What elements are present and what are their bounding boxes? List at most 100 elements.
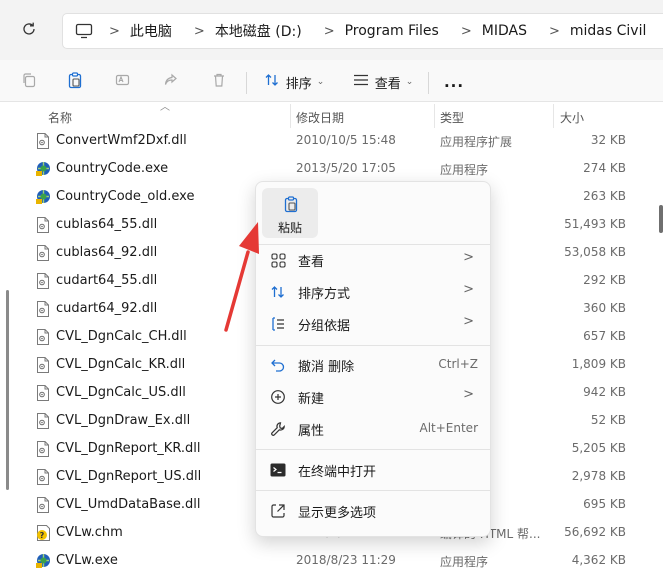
file-size: 56,692 KB xyxy=(564,525,626,539)
copy-icon xyxy=(21,72,37,92)
menu-item-label: 在终端中打开 xyxy=(298,465,377,480)
breadcrumb-midas-civil[interactable]: midas Civil xyxy=(570,23,646,39)
menu-item-view[interactable]: 查看 > xyxy=(260,245,486,275)
list-scrollbar-thumb[interactable] xyxy=(659,205,663,233)
dll-icon xyxy=(36,357,50,373)
breadcrumb-separator[interactable]: > xyxy=(549,24,560,39)
more-options-icon xyxy=(270,503,286,519)
dll-icon xyxy=(36,245,50,261)
grid-icon xyxy=(270,252,286,268)
menu-item-label: 撤消 删除 xyxy=(298,360,355,375)
breadcrumb-separator[interactable]: > xyxy=(324,24,335,39)
command-bar: 排序 ⌄ 查看 ⌄ ... xyxy=(0,60,663,102)
paste-label: 粘贴 xyxy=(277,221,302,235)
file-name: CVL_UmdDataBase.dll xyxy=(56,497,201,512)
sort-label: 排序 xyxy=(285,76,312,92)
breadcrumb-separator[interactable]: > xyxy=(194,24,205,39)
menu-item-label: 分组依据 xyxy=(298,319,351,334)
view-button[interactable]: 查看 ⌄ xyxy=(348,68,418,96)
column-header-modified[interactable]: 修改日期 xyxy=(296,109,344,126)
chevron-right-icon: > xyxy=(463,387,474,402)
file-name: CVLw.exe xyxy=(56,553,118,568)
column-divider[interactable] xyxy=(553,104,554,128)
menu-divider xyxy=(256,449,490,450)
menu-item-undo-delete[interactable]: 撤消 删除 Ctrl+Z xyxy=(260,350,486,380)
file-name: CountryCode.exe xyxy=(56,161,169,176)
nav-pane-scrollbar[interactable] xyxy=(6,290,9,490)
exe-icon xyxy=(36,553,50,569)
file-row[interactable]: CVLw.exe 2018/8/23 11:29 应用程序 4,362 KB xyxy=(30,547,650,571)
chm-icon: ? xyxy=(36,525,50,541)
column-header-name[interactable]: 名称 xyxy=(48,109,72,126)
menu-item-label: 属性 xyxy=(298,424,325,439)
sort-ascending-icon: ︿ xyxy=(160,102,170,113)
column-divider[interactable] xyxy=(290,104,291,128)
dll-icon xyxy=(36,301,50,317)
file-name: CountryCode_old.exe xyxy=(56,189,195,204)
menu-item-label: 新建 xyxy=(298,392,325,407)
file-size: 4,362 KB xyxy=(571,553,626,567)
breadcrumb-program-files[interactable]: Program Files xyxy=(345,23,439,39)
this-pc-icon xyxy=(73,20,95,42)
file-modified-date: 2018/8/23 11:29 xyxy=(296,553,396,567)
menu-item-open-in-terminal[interactable]: 在终端中打开 xyxy=(260,455,486,485)
file-size: 263 KB xyxy=(583,189,626,203)
menu-divider xyxy=(256,345,490,346)
menu-item-properties[interactable]: 属性 Alt+Enter xyxy=(260,414,486,444)
copy-button[interactable] xyxy=(14,68,44,96)
see-more-button[interactable]: ... xyxy=(438,68,470,96)
paste-toolbar-button[interactable] xyxy=(60,68,90,96)
dll-icon xyxy=(36,329,50,345)
file-type: 应用程序扩展 xyxy=(440,135,513,149)
file-name: cudart64_92.dll xyxy=(56,301,158,316)
file-size: 52 KB xyxy=(590,413,626,427)
file-row[interactable]: CountryCode.exe 2013/5/20 17:05 应用程序 274 KB xyxy=(30,155,650,183)
menu-item-new[interactable]: 新建 > xyxy=(260,382,486,412)
chevron-down-icon: ⌄ xyxy=(405,77,414,87)
toolbar-divider xyxy=(428,72,429,94)
file-name: CVL_DgnCalc_KR.dll xyxy=(56,357,186,372)
file-name: CVL_DgnReport_KR.dll xyxy=(56,441,201,456)
breadcrumb-separator: > xyxy=(109,23,120,39)
breadcrumb-drive-d[interactable]: 本地磁盘 (D:) xyxy=(215,21,302,41)
paste-menu-button[interactable]: 粘贴 xyxy=(262,188,318,238)
column-header-size[interactable]: 大小 xyxy=(560,109,584,126)
dll-icon xyxy=(36,441,50,457)
file-size: 274 KB xyxy=(583,161,626,175)
file-modified-date: 2010/10/5 15:48 xyxy=(296,133,396,147)
file-size: 53,058 KB xyxy=(564,245,626,259)
toolbar-divider xyxy=(246,72,247,94)
breadcrumb-separator[interactable]: > xyxy=(461,24,472,39)
menu-item-sort-by[interactable]: 排序方式 > xyxy=(260,277,486,307)
context-menu: 粘贴 查看 > 排序方式 > 分组依据 > 撤消 删除 Ctrl+Z 新建 > … xyxy=(255,181,491,537)
dll-icon xyxy=(36,133,50,149)
address-row: > 此电脑 > 本地磁盘 (D:) > Program Files > MIDA… xyxy=(0,0,663,60)
column-divider[interactable] xyxy=(434,104,435,128)
dll-icon xyxy=(36,217,50,233)
address-bar[interactable]: > 此电脑 > 本地磁盘 (D:) > Program Files > MIDA… xyxy=(62,13,663,49)
breadcrumb-this-pc[interactable]: 此电脑 xyxy=(130,21,172,41)
dll-icon xyxy=(36,413,50,429)
menu-divider xyxy=(256,490,490,491)
undo-icon xyxy=(270,357,286,373)
paste-icon xyxy=(67,71,83,93)
view-icon xyxy=(353,73,369,91)
sort-button[interactable]: 排序 ⌄ xyxy=(258,68,330,96)
menu-item-group-by[interactable]: 分组依据 > xyxy=(260,309,486,339)
refresh-button[interactable] xyxy=(14,17,44,45)
column-header-type[interactable]: 类型 xyxy=(440,109,464,126)
file-name: CVL_DgnReport_US.dll xyxy=(56,469,202,484)
share-button[interactable] xyxy=(156,68,186,96)
file-name: CVLw.chm xyxy=(56,525,123,540)
file-type: 应用程序 xyxy=(440,555,489,569)
file-row[interactable]: ConvertWmf2Dxf.dll 2010/10/5 15:48 应用程序扩展 3… xyxy=(30,127,650,155)
rename-button[interactable] xyxy=(108,68,138,96)
share-icon xyxy=(163,72,179,92)
breadcrumb-midas[interactable]: MIDAS xyxy=(482,23,527,39)
svg-text:?: ? xyxy=(40,531,45,540)
delete-button[interactable] xyxy=(204,68,234,96)
terminal-icon xyxy=(270,462,286,478)
sort-icon xyxy=(264,72,280,92)
trash-icon xyxy=(211,72,227,92)
menu-item-show-more-options[interactable]: 显示更多选项 xyxy=(260,496,486,526)
